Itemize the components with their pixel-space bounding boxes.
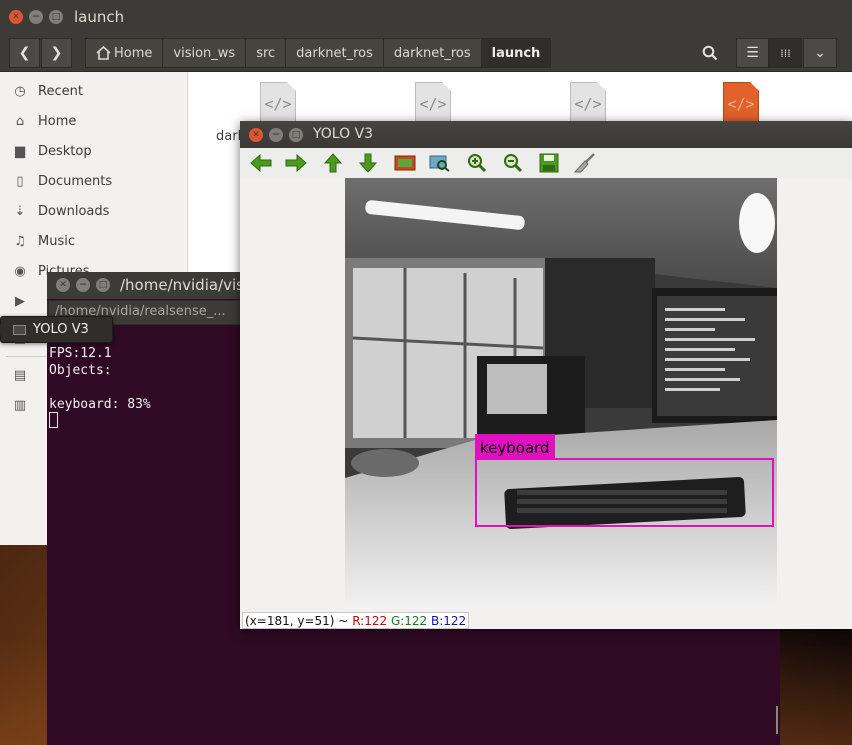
close-icon[interactable]: ✕ [9, 10, 23, 24]
brush-icon[interactable] [574, 153, 596, 173]
zoom-in-icon[interactable] [466, 153, 488, 173]
camera-image[interactable]: keyboard [345, 178, 777, 609]
folder-icon: ▆ [15, 143, 25, 159]
minimize-icon[interactable]: − [76, 278, 90, 292]
minimize-icon[interactable]: − [29, 10, 43, 24]
chevron-down-icon: ⌄ [814, 45, 826, 61]
server-icon: ▥ [13, 397, 27, 413]
drive-icon: ▤ [13, 367, 27, 383]
image-canvas[interactable]: keyboard [240, 178, 852, 611]
terminal-scrollbar[interactable] [776, 706, 778, 734]
sidebar-item-label: Downloads [38, 203, 110, 219]
terminal-output[interactable]: FPS:12.1 Objects: keyboard: 83% [49, 345, 151, 413]
sidebar-item-label: Home [38, 113, 77, 129]
yolo-titlebar[interactable]: ✕ − □ YOLO V3 [240, 121, 852, 148]
arrow-left-icon[interactable] [250, 153, 272, 173]
photo-lamp [739, 193, 775, 253]
close-icon[interactable]: ✕ [56, 278, 70, 292]
breadcrumb: Home vision_ws src darknet_ros darknet_r… [85, 38, 552, 68]
sidebar-item-desktop[interactable]: ▆ Desktop [0, 136, 187, 166]
yolo-window: ✕ − □ YOLO V3 keyboard (x=181, y=51) ~ R… [240, 121, 852, 629]
search-button[interactable] [692, 38, 728, 68]
window-title: /home/nvidia/vis [120, 276, 244, 294]
sidebar-item-home[interactable]: ⌂ Home [0, 106, 187, 136]
music-icon: ♫ [14, 233, 26, 249]
status-bar: (x=181, y=51) ~ R:122 G:122 B:122 [240, 611, 852, 629]
home-icon [96, 46, 111, 60]
file-manager-toolbar: ❮ ❯ Home vision_ws src darknet_ros darkn… [0, 34, 852, 72]
pixel-green: G:122 [390, 613, 428, 628]
sidebar-item-music[interactable]: ♫ Music [0, 226, 187, 256]
back-button[interactable]: ❮ [9, 38, 40, 68]
maximize-icon[interactable]: □ [96, 278, 110, 292]
image-icon[interactable] [394, 153, 416, 173]
zoom-out-icon[interactable] [502, 153, 524, 173]
list-view-button[interactable]: ☰ [736, 38, 769, 68]
camera-icon: ◉ [14, 263, 26, 279]
sidebar-item-label: Recent [38, 83, 83, 99]
sidebar-item-label: Music [38, 233, 75, 249]
save-icon[interactable] [538, 153, 560, 173]
document-icon: ▯ [16, 173, 24, 189]
tooltip-label: YOLO V3 [33, 322, 89, 337]
launcher-tooltip: YOLO V3 [0, 316, 113, 343]
chevron-left-icon: ❮ [18, 45, 31, 61]
breadcrumb-vision-ws[interactable]: vision_ws [162, 38, 247, 68]
pixel-red: R:122 [352, 613, 388, 628]
home-icon: ⌂ [15, 113, 25, 129]
sidebar-item-documents[interactable]: ▯ Documents [0, 166, 187, 196]
search-icon [702, 45, 718, 61]
file-icon[interactable]: </> [570, 82, 606, 126]
pixel-blue: B:122 [431, 613, 467, 628]
file-icon[interactable]: </> [415, 82, 451, 126]
photo-monitor-right-screen [657, 296, 777, 416]
sidebar-item-label: Documents [38, 173, 113, 189]
image-toolbar [240, 148, 852, 178]
download-icon: ⇣ [14, 203, 26, 219]
arrow-up-icon[interactable] [322, 153, 344, 173]
file-icon-selected[interactable]: </> [723, 82, 759, 126]
list-icon: ☰ [746, 45, 759, 61]
sidebar-item-recent[interactable]: ◷ Recent [0, 76, 187, 106]
photo-keys [517, 490, 727, 513]
window-title: YOLO V3 [313, 126, 374, 142]
terminal-cursor [49, 412, 58, 428]
clock-icon: ◷ [14, 83, 26, 99]
minimize-icon[interactable]: − [269, 128, 283, 142]
grid-icon: ⁞⁞⁞ [780, 46, 791, 60]
breadcrumb-home[interactable]: Home [85, 38, 164, 68]
photo-roll [351, 449, 419, 477]
breadcrumb-label: Home [114, 45, 153, 61]
file-icon[interactable]: </> [260, 82, 296, 126]
window-title: launch [74, 8, 125, 26]
sidebar-item-label: Desktop [38, 143, 92, 159]
close-icon[interactable]: ✕ [249, 128, 263, 142]
pixel-info: (x=181, y=51) ~ R:122 G:122 B:122 [242, 612, 470, 629]
breadcrumb-launch[interactable]: launch [480, 38, 552, 68]
arrow-down-icon[interactable] [357, 153, 379, 173]
detection-label: keyboard [480, 439, 550, 457]
grid-view-button[interactable]: ⁞⁞⁞ [769, 38, 802, 68]
breadcrumb-darknet-ros[interactable]: darknet_ros [285, 38, 384, 68]
arrow-right-icon[interactable] [285, 153, 307, 173]
window-icon [13, 325, 26, 335]
zoom-region-icon[interactable] [429, 153, 451, 173]
forward-button[interactable]: ❯ [41, 38, 72, 68]
file-manager-titlebar[interactable]: ✕ − □ launch [0, 0, 852, 34]
photo-monitor-screen [487, 364, 547, 414]
view-options-button[interactable]: ⌄ [803, 38, 837, 68]
sidebar-item-downloads[interactable]: ⇣ Downloads [0, 196, 187, 226]
pixel-coords: (x=181, y=51) ~ [245, 613, 349, 628]
chevron-right-icon: ❯ [50, 45, 63, 61]
maximize-icon[interactable]: □ [289, 128, 303, 142]
video-icon: ▶ [15, 293, 25, 309]
breadcrumb-darknet-ros-2[interactable]: darknet_ros [382, 38, 482, 68]
maximize-icon[interactable]: □ [49, 10, 63, 24]
breadcrumb-src[interactable]: src [245, 38, 287, 68]
